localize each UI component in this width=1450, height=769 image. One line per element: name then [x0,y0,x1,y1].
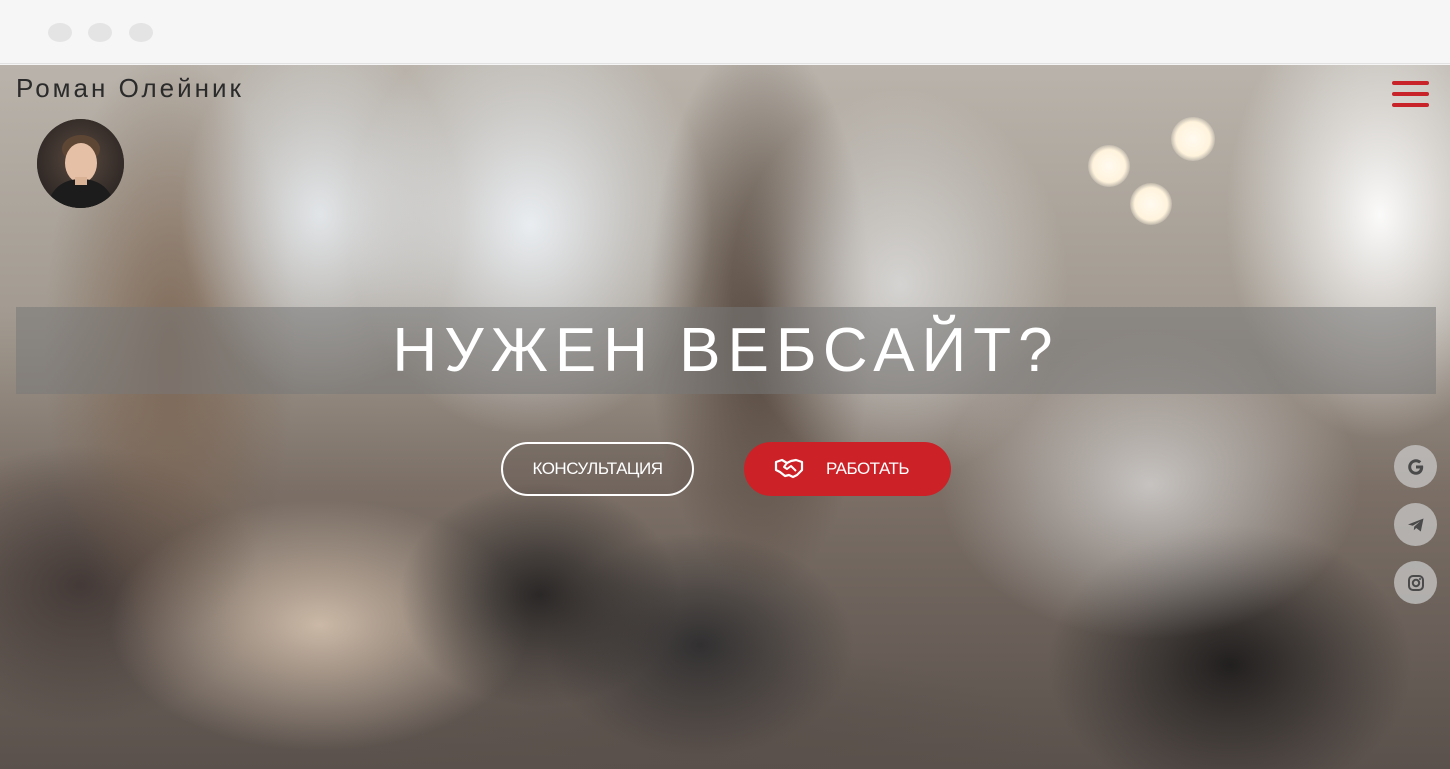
window-dot-minimize[interactable] [88,23,112,42]
work-button-label: РАБОТАТЬ [825,459,910,478]
avatar-portrait-icon [37,119,124,208]
handshake-icon [774,458,804,479]
browser-title-bar [0,0,1450,64]
avatar [37,119,124,208]
telegram-icon [1407,518,1423,531]
window-dot-close[interactable] [48,23,72,42]
lamp-bokeh [1171,117,1215,161]
lamp-bokeh [1130,183,1172,225]
window-dot-maximize[interactable] [129,23,153,42]
consultation-button[interactable]: КОНСУЛЬТАЦИЯ [501,442,694,496]
office-background-image [0,65,1450,769]
instagram-link[interactable] [1394,561,1437,604]
telegram-link[interactable] [1394,503,1437,546]
lamp-bokeh [1088,145,1130,187]
headline-band: НУЖЕН ВЕБСАЙТ? [16,307,1436,394]
instagram-icon [1407,574,1424,591]
hero-section: Роман Олейник НУЖЕН ВЕБСАЙТ? КОНСУЛЬТАЦИ… [0,65,1450,769]
consultation-button-label: КОНСУЛЬТАЦИЯ [532,459,664,478]
google-icon [1407,458,1423,475]
page-title: НУЖЕН ВЕБСАЙТ? [392,316,1060,385]
work-button[interactable]: РАБОТАТЬ [744,442,951,496]
google-link[interactable] [1394,445,1437,488]
hamburger-menu-icon[interactable] [1392,81,1430,109]
brand-name[interactable]: Роман Олейник [16,73,244,104]
